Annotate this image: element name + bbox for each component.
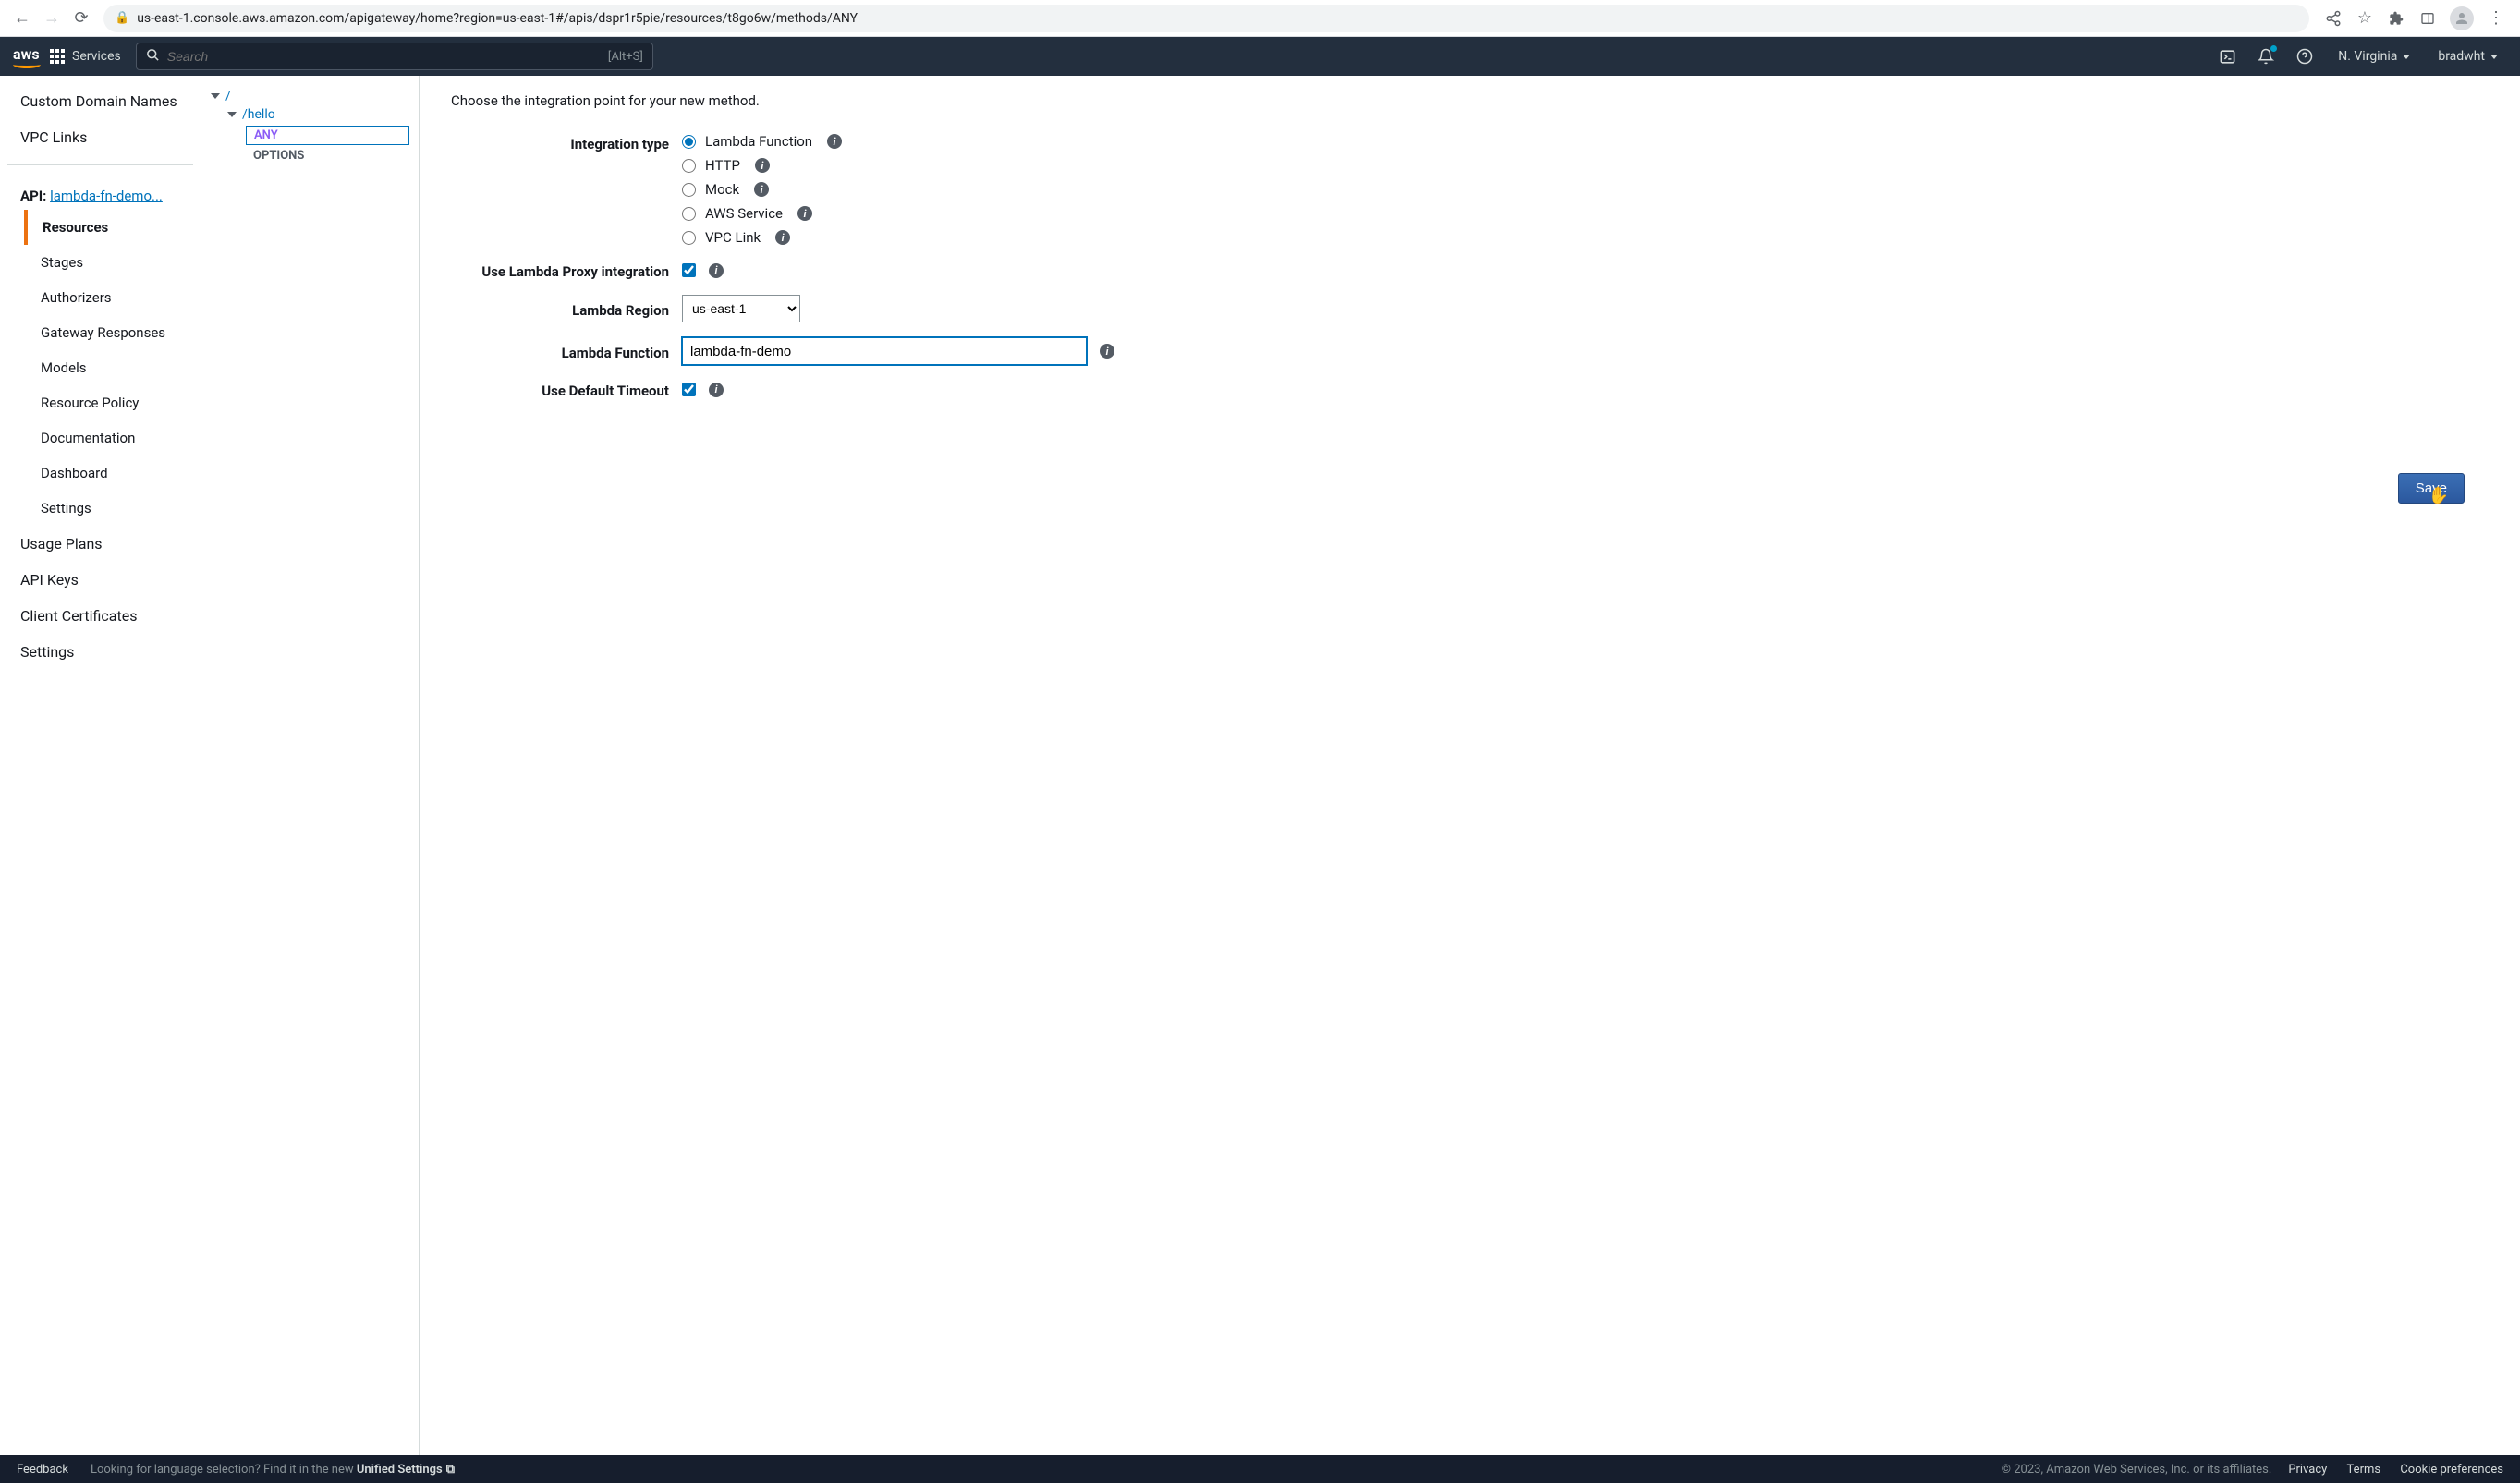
instruction-text: Choose the integration point for your ne…: [451, 92, 2489, 109]
info-icon[interactable]: i: [797, 206, 812, 221]
sidebar-item-resources[interactable]: Resources: [0, 210, 201, 245]
radio-vpc-link[interactable]: VPC Linki: [682, 229, 2489, 246]
radio-mock[interactable]: Mocki: [682, 181, 2489, 198]
search-icon: [146, 48, 160, 66]
cloudshell-icon[interactable]: [2212, 42, 2242, 71]
aws-logo[interactable]: aws: [13, 45, 41, 68]
services-label: Services: [72, 49, 121, 64]
url-bar[interactable]: 🔒 us-east-1.console.aws.amazon.com/apiga…: [103, 5, 2309, 32]
sidebar-item-vpc-links[interactable]: VPC Links: [0, 119, 201, 155]
search-input[interactable]: [167, 49, 608, 64]
tree-method-options[interactable]: OPTIONS: [246, 147, 409, 164]
services-button[interactable]: Services: [50, 49, 121, 64]
browser-chrome-bar: ← → ⟳ 🔒 us-east-1.console.aws.amazon.com…: [0, 0, 2520, 37]
sidebar-item-authorizers[interactable]: Authorizers: [0, 280, 201, 315]
caret-down-icon: [211, 93, 220, 99]
sidebar-item-stages[interactable]: Stages: [0, 245, 201, 280]
radio-lambda-function[interactable]: Lambda Functioni: [682, 133, 2489, 150]
tree-method-any[interactable]: ANY: [246, 126, 409, 145]
save-button[interactable]: Save: [2398, 473, 2465, 504]
lang-prompt: Looking for language selection? Find it …: [91, 1463, 455, 1477]
info-icon[interactable]: i: [754, 182, 769, 197]
label-lambda-function: Lambda Function: [451, 342, 682, 361]
sidebar-item-resource-policy[interactable]: Resource Policy: [0, 385, 201, 420]
info-icon[interactable]: i: [755, 158, 770, 173]
info-icon[interactable]: i: [775, 230, 790, 245]
select-lambda-region[interactable]: us-east-1: [682, 295, 800, 322]
external-link-icon: ⧉: [446, 1463, 455, 1477]
input-lambda-function[interactable]: [682, 337, 1087, 365]
aws-search[interactable]: [Alt+S]: [136, 43, 653, 70]
caret-down-icon: [2490, 55, 2498, 59]
notifications-icon[interactable]: [2251, 42, 2281, 71]
lock-icon: 🔒: [115, 11, 129, 25]
sidebar-item-settings-api[interactable]: Settings: [0, 491, 201, 526]
method-setup-panel: Choose the integration point for your ne…: [420, 76, 2520, 1455]
region-selector[interactable]: N. Virginia: [2329, 49, 2419, 64]
sidebar-item-gateway-responses[interactable]: Gateway Responses: [0, 315, 201, 350]
bookmark-star-icon[interactable]: ☆: [2356, 9, 2374, 28]
cookie-prefs-link[interactable]: Cookie preferences: [2400, 1463, 2503, 1477]
back-button[interactable]: ←: [7, 4, 37, 33]
info-icon[interactable]: i: [709, 263, 724, 278]
sidebar-item-settings[interactable]: Settings: [0, 634, 201, 670]
footer: Feedback Looking for language selection?…: [0, 1455, 2520, 1483]
label-default-timeout: Use Default Timeout: [451, 380, 682, 399]
share-icon[interactable]: [2324, 9, 2343, 28]
sidebar-item-dashboard[interactable]: Dashboard: [0, 456, 201, 491]
profile-avatar[interactable]: [2450, 6, 2474, 30]
notification-dot: [2270, 45, 2277, 52]
user-menu[interactable]: bradwht: [2429, 49, 2507, 64]
caret-down-icon: [227, 112, 237, 117]
copyright: © 2023, Amazon Web Services, Inc. or its…: [2002, 1463, 2272, 1477]
sidebar-item-usage-plans[interactable]: Usage Plans: [0, 526, 201, 562]
resource-tree: / /hello ANY OPTIONS: [201, 76, 420, 1455]
feedback-link[interactable]: Feedback: [17, 1463, 68, 1477]
label-integration-type: Integration type: [451, 133, 682, 152]
label-proxy: Use Lambda Proxy integration: [451, 261, 682, 280]
info-icon[interactable]: i: [1100, 344, 1114, 359]
tree-root[interactable]: /: [211, 87, 409, 105]
info-icon[interactable]: i: [709, 383, 724, 397]
sidebar-item-models[interactable]: Models: [0, 350, 201, 385]
left-sidebar: Custom Domain Names VPC Links API: lambd…: [0, 76, 201, 1455]
sidebar-item-documentation[interactable]: Documentation: [0, 420, 201, 456]
sidebar-item-api-keys[interactable]: API Keys: [0, 562, 201, 598]
sidebar-item-custom-domain-names[interactable]: Custom Domain Names: [0, 83, 201, 119]
radio-aws-service[interactable]: AWS Servicei: [682, 205, 2489, 222]
radio-http[interactable]: HTTPi: [682, 157, 2489, 174]
caret-down-icon: [2403, 55, 2410, 59]
api-name-link[interactable]: lambda-fn-demo...: [50, 188, 163, 204]
info-icon[interactable]: i: [827, 134, 842, 149]
api-label: API: lambda-fn-demo...: [0, 175, 201, 210]
aws-topbar: aws Services [Alt+S] N. Virginia bradwht: [0, 37, 2520, 76]
terms-link[interactable]: Terms: [2347, 1463, 2381, 1477]
label-lambda-region: Lambda Region: [451, 299, 682, 319]
privacy-link[interactable]: Privacy: [2288, 1463, 2327, 1477]
url-text: us-east-1.console.aws.amazon.com/apigate…: [137, 11, 858, 26]
checkbox-default-timeout[interactable]: [682, 383, 696, 396]
panel-icon[interactable]: [2418, 9, 2437, 28]
forward-button[interactable]: →: [37, 4, 67, 33]
sidebar-item-client-certificates[interactable]: Client Certificates: [0, 598, 201, 634]
kebab-menu-icon[interactable]: ⋮: [2487, 9, 2505, 28]
reload-button[interactable]: ⟳: [67, 4, 96, 33]
divider: [7, 164, 193, 165]
search-shortcut: [Alt+S]: [608, 50, 643, 64]
checkbox-lambda-proxy[interactable]: [682, 263, 696, 277]
services-grid-icon: [50, 49, 65, 64]
help-icon[interactable]: [2290, 42, 2319, 71]
extensions-icon[interactable]: [2387, 9, 2405, 28]
tree-hello[interactable]: /hello: [211, 105, 409, 124]
unified-settings-link[interactable]: Unified Settings⧉: [357, 1463, 455, 1477]
